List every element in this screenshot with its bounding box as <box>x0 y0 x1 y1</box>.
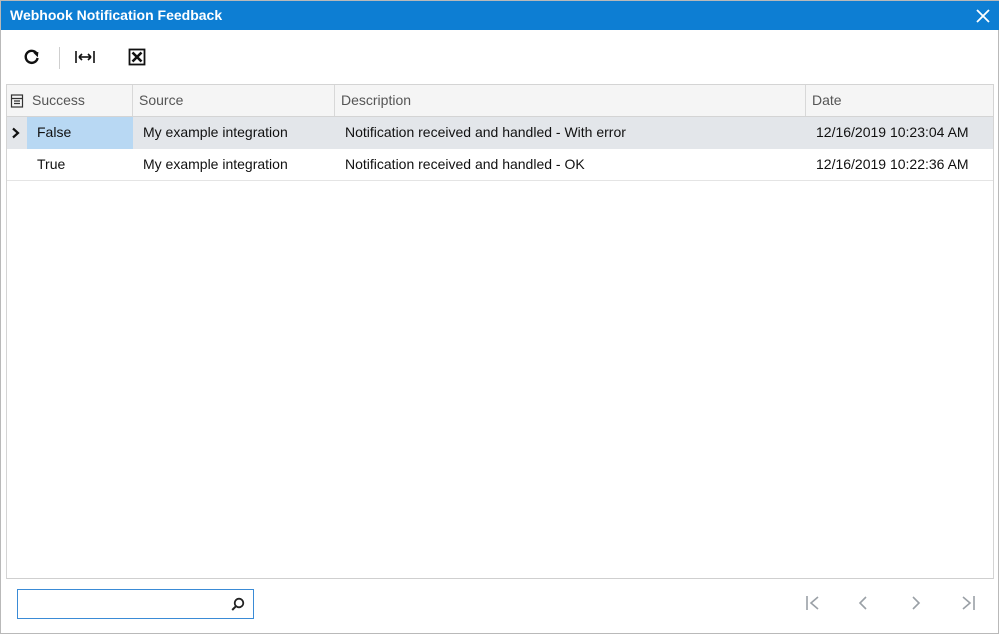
grid-header: Success Source Description Date <box>7 85 993 117</box>
feedback-grid: Success Source Description Date False My… <box>6 84 994 579</box>
cell-date[interactable]: 12/16/2019 10:23:04 AM <box>806 117 993 149</box>
excel-export-icon <box>128 48 146 69</box>
cell-success[interactable]: True <box>27 149 133 181</box>
title-bar: Webhook Notification Feedback <box>1 1 999 30</box>
next-page-button[interactable] <box>904 592 928 616</box>
refresh-icon <box>23 48 41 69</box>
column-chooser-button[interactable] <box>7 85 27 116</box>
last-page-button[interactable] <box>956 592 980 616</box>
current-row-indicator-icon <box>11 126 21 142</box>
close-icon[interactable] <box>974 7 992 25</box>
column-header-success[interactable]: Success <box>27 85 133 116</box>
fit-columns-button[interactable] <box>72 45 98 71</box>
toolbar-separator <box>59 47 60 69</box>
column-header-source[interactable]: Source <box>133 85 335 116</box>
search-box <box>17 589 254 619</box>
refresh-button[interactable] <box>19 45 45 71</box>
cell-description[interactable]: Notification received and handled - With… <box>335 117 806 149</box>
cell-description[interactable]: Notification received and handled - OK <box>335 149 806 181</box>
chevron-right-icon <box>907 594 925 615</box>
first-page-icon <box>804 594 822 615</box>
previous-page-button[interactable] <box>851 592 875 616</box>
chevron-left-icon <box>854 594 872 615</box>
cell-source[interactable]: My example integration <box>133 149 335 181</box>
cell-success[interactable]: False <box>27 117 133 149</box>
fit-columns-icon <box>74 48 96 69</box>
first-page-button[interactable] <box>801 592 825 616</box>
cell-source[interactable]: My example integration <box>133 117 335 149</box>
search-input[interactable] <box>22 592 228 616</box>
row-divider <box>7 180 993 181</box>
last-page-icon <box>959 594 977 615</box>
grid-footer <box>1 579 999 635</box>
toolbar <box>1 30 999 84</box>
table-row[interactable]: False My example integration Notificatio… <box>7 117 993 149</box>
column-header-date[interactable]: Date <box>806 85 993 116</box>
column-header-description[interactable]: Description <box>335 85 806 116</box>
table-row[interactable]: True My example integration Notification… <box>7 149 993 181</box>
webhook-feedback-dialog: Webhook Notification Feedback Success So… <box>0 0 999 634</box>
export-excel-button[interactable] <box>124 45 150 71</box>
search-icon[interactable] <box>230 596 246 612</box>
cell-date[interactable]: 12/16/2019 10:22:36 AM <box>806 149 993 181</box>
column-chooser-icon <box>10 94 24 111</box>
dialog-title: Webhook Notification Feedback <box>10 7 223 23</box>
